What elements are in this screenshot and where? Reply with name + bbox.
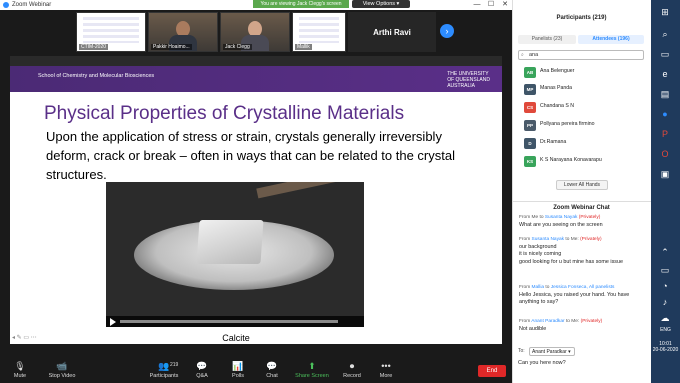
avatar: AB <box>524 67 536 78</box>
video-tile-name: Mallik <box>295 44 312 50</box>
polls-icon: 📊 <box>232 361 244 371</box>
avatar: CS <box>524 102 536 113</box>
record-icon: ⏺ <box>349 361 355 371</box>
lower-all-hands-button[interactable]: Lower All Hands <box>556 180 608 190</box>
list-item[interactable]: AB Ana Belenguer <box>518 65 644 81</box>
participant-search-input[interactable]: ⌕ ana <box>518 50 644 60</box>
chat-message: From Anant Paradkar to Me: (Privately) N… <box>519 319 603 332</box>
stop-video-button[interactable]: 📹 Stop Video <box>42 361 82 380</box>
participant-name: Chandana S N <box>540 103 575 109</box>
mic-icon: 🎙 <box>14 361 26 371</box>
chat-input[interactable]: Can you here now? <box>518 360 644 370</box>
video-controls[interactable] <box>106 316 364 327</box>
windows-start-icon[interactable]: ⊞ <box>655 6 675 18</box>
search-icon[interactable]: ⌕ <box>655 28 675 40</box>
file-explorer-icon[interactable]: ▤ <box>655 88 675 100</box>
edge-browser-icon[interactable]: e <box>655 68 675 80</box>
volume-icon[interactable]: ♪ <box>655 296 675 308</box>
avatar: MP <box>524 84 536 95</box>
powerpoint-icon[interactable]: P <box>655 128 675 140</box>
maximize-icon[interactable]: ☐ <box>484 0 498 10</box>
next-page-icon[interactable]: › <box>440 24 454 38</box>
slide-body-text: Upon the application of stress or strain… <box>46 129 455 182</box>
app-icon[interactable]: ▣ <box>655 168 675 180</box>
viewing-banner: You are viewing Jack Clegg's screen <box>253 0 349 8</box>
zoom-logo-icon <box>3 2 9 8</box>
end-button[interactable]: End <box>478 365 506 377</box>
chat-icon: 💬 <box>266 361 278 371</box>
show-hidden-icons[interactable]: ⌃ <box>655 246 675 258</box>
tab-panelists[interactable]: Panelists (23) <box>518 35 576 44</box>
participant-name: Dr.Ramana <box>540 139 567 145</box>
share-top-bar <box>10 56 502 66</box>
video-tile[interactable]: CTIM-2020 <box>76 12 146 52</box>
university-logo: THE UNIVERSITY OF QUEENSLAND AUSTRALIA <box>447 71 490 89</box>
video-tile[interactable]: Mallik <box>292 12 346 52</box>
more-button[interactable]: ••• More <box>366 361 406 380</box>
video-tile-name: Arthi Ravi <box>373 27 411 37</box>
chat-recipient-select[interactable]: Anant Paradkar ▾ <box>529 347 575 356</box>
list-item[interactable]: PP Pollyana pereira firmino <box>518 118 644 134</box>
language-indicator[interactable]: ENG <box>651 327 680 333</box>
search-icon: ⌕ <box>521 52 524 58</box>
mute-button[interactable]: 🎙 Mute <box>0 361 40 380</box>
participant-name: Pollyana pereira firmino <box>540 121 595 127</box>
list-item[interactable]: KS K S Narayana Konavarapu <box>518 154 644 170</box>
participant-name: Manas Panda <box>540 85 573 91</box>
chat-message: From Mallia to Jessica Fonseca, All pane… <box>519 285 630 305</box>
slide-header: School of Chemistry and Molecular Biosci… <box>10 66 502 92</box>
slide-title: Physical Properties of Crystalline Mater… <box>44 103 405 124</box>
play-icon[interactable] <box>110 318 116 326</box>
list-item[interactable]: MP Manas Panda <box>518 82 644 98</box>
chat-title: Zoom Webinar Chat <box>512 201 651 211</box>
qa-button[interactable]: 💬 Q&A <box>182 361 222 380</box>
participant-name: Ana Belenguer <box>540 68 575 74</box>
window-title: Zoom Webinar <box>12 2 52 8</box>
video-tile[interactable]: Arthi Ravi <box>348 12 436 52</box>
avatar: D <box>524 138 536 149</box>
participant-name: K S Narayana Konavarapu <box>540 157 602 163</box>
tab-attendees[interactable]: Attendees (196) <box>578 35 644 44</box>
video-tile-name: Pakkir Hoaimo... <box>151 44 192 50</box>
video-tile[interactable]: Jack Clegg <box>220 12 290 52</box>
participants-icon: 👥 <box>158 361 170 371</box>
slide-tools-icon[interactable]: ◂ ✎ ▭ ⋯ <box>12 334 52 342</box>
avatar: KS <box>524 156 536 167</box>
clock[interactable]: 10:01 20-06-2020 <box>651 341 680 353</box>
network-icon[interactable]: ◔ <box>655 280 675 292</box>
battery-icon[interactable]: ▭ <box>655 264 675 276</box>
close-icon[interactable]: ✕ <box>498 0 512 10</box>
participants-count: 219 <box>170 362 179 368</box>
video-tile[interactable]: Pakkir Hoaimo... <box>148 12 218 52</box>
share-screen-icon: ⬆ <box>308 361 316 371</box>
office-icon[interactable]: O <box>655 148 675 160</box>
video-progress-bar[interactable] <box>120 320 338 323</box>
qa-icon: 💬 <box>196 361 208 371</box>
video-tile-name: Jack Clegg <box>223 44 252 50</box>
video-icon: 📹 <box>56 361 68 371</box>
onedrive-icon[interactable]: ☁ <box>655 312 675 324</box>
video-tile-name: CTIM-2020 <box>79 44 109 50</box>
more-icon: ••• <box>381 361 391 371</box>
list-item[interactable]: CS Chandana S N <box>518 100 644 116</box>
view-options-button[interactable]: View Options ▾ <box>352 0 410 8</box>
chat-button[interactable]: 💬 Chat <box>252 361 292 380</box>
chat-message: From Me to Susanta Nayak (Privately) Wha… <box>519 215 603 228</box>
zoom-app-icon[interactable]: ● <box>655 108 675 120</box>
calcite-video[interactable] <box>106 182 364 327</box>
avatar: PP <box>524 120 536 131</box>
share-screen-button[interactable]: ⬆ Share Screen <box>292 361 332 380</box>
school-name: School of Chemistry and Molecular Biosci… <box>38 73 155 79</box>
list-item[interactable]: D Dr.Ramana <box>518 136 644 152</box>
minimize-icon[interactable]: — <box>470 0 484 10</box>
task-view-icon[interactable]: ▭ <box>655 48 675 60</box>
participants-title: Participants (219) <box>556 15 607 21</box>
photo-caption: Calcite <box>222 333 250 343</box>
chat-message: From Susanta Nayak to Me: (Privately) ou… <box>519 237 623 265</box>
